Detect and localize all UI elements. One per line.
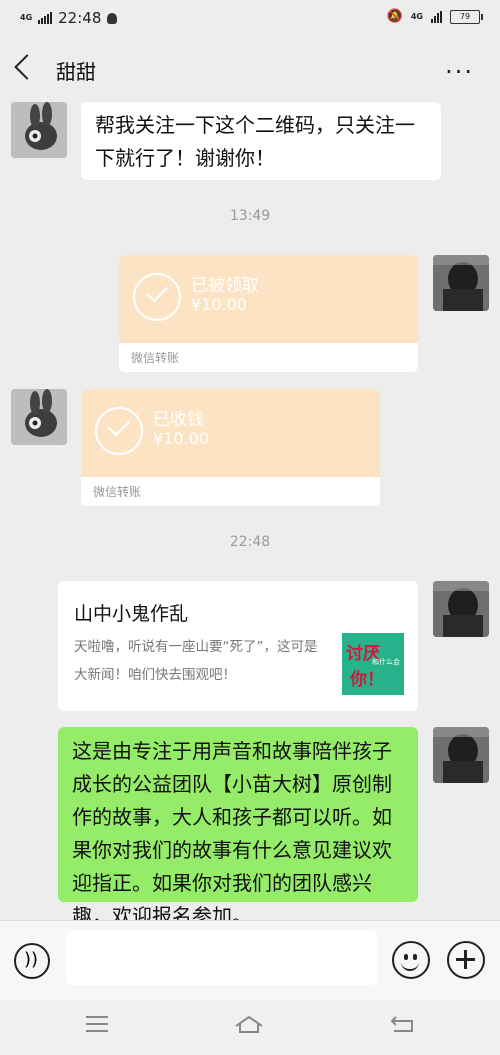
rabbit-illustration-icon	[11, 389, 67, 445]
signal-right-icon	[431, 10, 442, 23]
timestamp: 22:48	[229, 534, 271, 550]
link-card[interactable]: 山中小鬼作乱 天啦噜，听说有一座山要“死了”，这可是大新闻！咱们快去围观吧！ 讨…	[58, 581, 418, 711]
silent-icon: 🔕	[386, 9, 403, 24]
back-arrow-icon[interactable]	[14, 54, 40, 80]
my-avatar[interactable]	[433, 581, 489, 637]
timestamp: 13:49	[229, 208, 271, 224]
message-text: 这是由专注于用声音和故事陪伴孩子成长的公益团队【小苗大树】原创制作的故事，大人和…	[72, 739, 392, 920]
message-bubble-sent[interactable]: 这是由专注于用声音和故事陪伴孩子成长的公益团队【小苗大树】原创制作的故事，大人和…	[58, 727, 418, 920]
app-notification-icon	[107, 12, 118, 24]
home-icon[interactable]	[234, 1014, 264, 1034]
network-type: 4G	[20, 13, 33, 22]
input-bar: ))	[0, 920, 500, 1001]
plus-icon[interactable]	[447, 941, 485, 979]
transfer-label: 微信转账	[93, 485, 142, 499]
system-nav-bar	[0, 1000, 500, 1055]
profile-photo-icon	[433, 727, 489, 783]
message-text: 帮我关注一下这个二维码，只关注一下就行了！谢谢你！	[95, 113, 415, 170]
transfer-card-received[interactable]: 已被领取 ¥10.00 微信转账	[119, 255, 418, 372]
menu-icon[interactable]	[86, 1016, 108, 1032]
link-card-title: 山中小鬼作乱	[74, 603, 189, 625]
transfer-amount: ¥10.00	[191, 295, 247, 314]
signal-icon	[38, 12, 53, 24]
status-bar: 4G 22:48 🔕 4G 79	[0, 0, 500, 38]
transfer-label: 微信转账	[131, 351, 180, 365]
chat-header: 甜甜 ···	[0, 38, 500, 102]
voice-input-icon[interactable]: ))	[14, 943, 50, 979]
battery-icon: 79	[450, 9, 483, 24]
transfer-status: 已被领取	[191, 276, 259, 296]
chat-area[interactable]: 帮我关注一下这个二维码，只关注一下就行了！谢谢你！ 13:49 已被领取 ¥10…	[0, 102, 500, 920]
link-card-thumbnail: 讨厌 你！ 和什么会	[342, 633, 404, 695]
message-input[interactable]	[66, 931, 377, 985]
check-circle-icon	[133, 273, 181, 321]
contact-avatar[interactable]	[11, 389, 67, 445]
my-avatar[interactable]	[433, 727, 489, 783]
thumbnail-small-text: 和什么会	[372, 658, 400, 666]
clock: 22:48	[58, 9, 102, 27]
link-card-description: 天啦噜，听说有一座山要“死了”，这可是大新闻！咱们快去围观吧！	[74, 639, 318, 683]
message-bubble[interactable]: 帮我关注一下这个二维码，只关注一下就行了！谢谢你！	[81, 102, 441, 180]
emoji-icon[interactable]	[392, 941, 430, 979]
my-avatar[interactable]	[433, 255, 489, 311]
check-circle-icon	[95, 407, 143, 455]
transfer-card-accepted[interactable]: 已收钱 ¥10.00 微信转账	[81, 389, 380, 506]
contact-avatar[interactable]	[11, 102, 67, 158]
rabbit-illustration-icon	[11, 102, 67, 158]
more-options-icon[interactable]: ···	[445, 58, 474, 86]
transfer-amount: ¥10.00	[153, 429, 209, 448]
back-icon[interactable]	[390, 1015, 414, 1033]
transfer-status: 已收钱	[153, 410, 204, 430]
chat-title: 甜甜	[56, 60, 96, 84]
profile-photo-icon	[433, 255, 489, 311]
profile-photo-icon	[433, 581, 489, 637]
thumbnail-text: 你！	[350, 670, 384, 690]
network-type-right: 4G	[410, 11, 423, 21]
